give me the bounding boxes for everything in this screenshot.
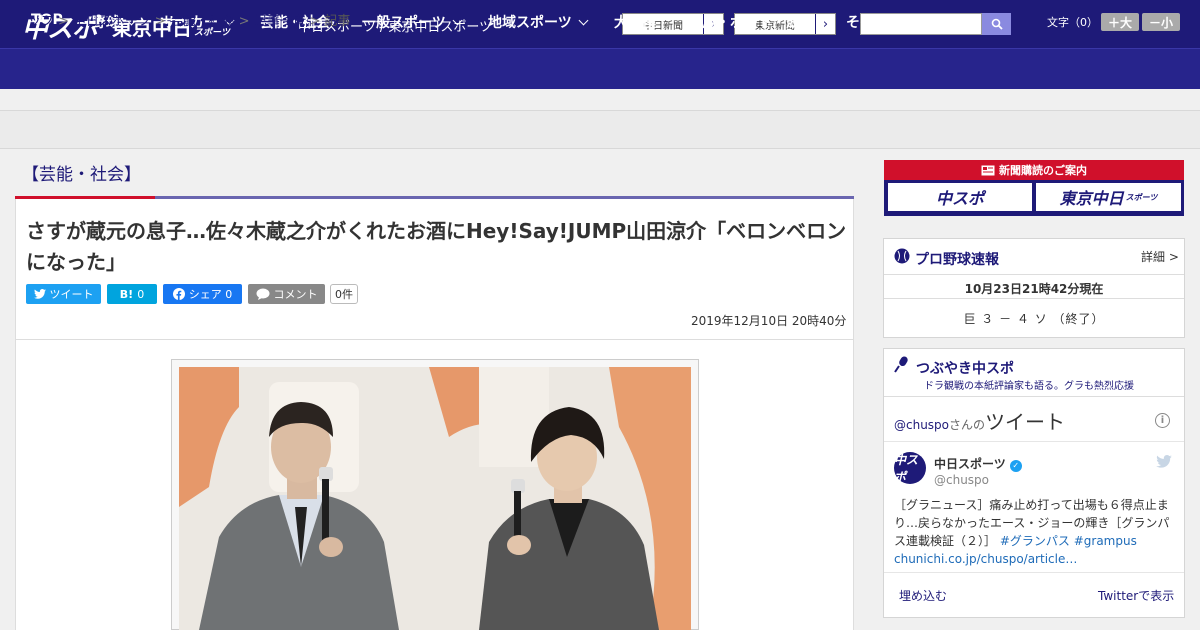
verified-badge-icon: ✓ (1009, 460, 1022, 472)
nav-item-label: 一般スポーツ (362, 15, 446, 31)
subscribe-tokyo-chunichi-button[interactable]: 東京中日 スポーツ (1036, 183, 1181, 211)
nav-item-other[interactable]: その他 (846, 12, 905, 32)
tweet-text: ［グラニュース］痛み止め打って出場も６得点止まり…戻らなかったエース・ジョーの輝… (894, 496, 1178, 568)
comment-button[interactable]: コメント (248, 284, 325, 304)
chevron-down-icon (452, 15, 463, 26)
search-button[interactable] (982, 13, 1011, 35)
twitter-widget-subtitle: ドラ観戦の本紙評論家も語る。グラも熱烈応援 (924, 381, 1134, 392)
nav-item-sumo[interactable]: 大相撲 (614, 12, 656, 32)
divider (884, 298, 1184, 299)
breadcrumb: トップ > 中日スポーツ > 芸能・社会 > 記事一覧 > 記事 (15, 10, 350, 29)
ad-spacer (0, 89, 1200, 111)
nav-item-general-sports[interactable]: 一般スポーツ (362, 12, 463, 32)
facebook-share-label: シェア 0 (188, 288, 233, 301)
divider (884, 572, 1184, 573)
tweet-link[interactable]: chunichi.co.jp/chuspo/article… (894, 552, 1077, 566)
divider (884, 441, 1184, 442)
font-bigger-button[interactable]: ＋大 (1101, 13, 1139, 31)
breadcrumb-current: 記事 (324, 14, 351, 29)
twitter-bird-icon[interactable] (1156, 455, 1172, 468)
divider (884, 274, 1184, 275)
baseball-detail-link[interactable]: 詳細 > (1141, 248, 1179, 265)
breadcrumb-link-chunichi-sports[interactable]: 中日スポーツ (73, 14, 151, 29)
game-score[interactable]: 巨 ３ － ４ ソ （終了） (884, 310, 1184, 327)
account-id[interactable]: @chuspo (934, 473, 989, 487)
publish-date: 2019年12月10日 20時40分 (691, 314, 847, 328)
twitter-widget-title: つぶやき中スポ (916, 361, 1014, 377)
twitter-bird-icon (33, 289, 46, 299)
event-photo-illustration (179, 367, 691, 630)
nav-item-label: 大相撲 (614, 15, 656, 31)
nav-item-label: その他 (846, 15, 888, 31)
embed-link[interactable]: 埋め込む (899, 587, 947, 604)
newspaper-icon (981, 165, 995, 175)
account-name-text: 中日スポーツ (934, 457, 1006, 471)
account-name[interactable]: 中日スポーツ ✓ (934, 455, 1022, 472)
breadcrumb-separator: > (154, 14, 166, 29)
speech-bubble-icon (256, 288, 269, 300)
tweet-hashtags[interactable]: #グランパス #grampus (1000, 534, 1137, 548)
nav-item-label: 地域スポーツ (488, 15, 572, 31)
breadcrumb-separator: > (58, 14, 69, 29)
subscribe-chuspo-button[interactable]: 中スポ (888, 183, 1032, 211)
hatena-count: 0 (137, 287, 145, 301)
article-photo[interactable] (179, 367, 691, 630)
hatena-bookmark-button[interactable]: B! 0 (107, 284, 157, 304)
breadcrumb-link-article-list[interactable]: 記事一覧 (254, 14, 306, 29)
breadcrumb-separator: > (238, 14, 250, 29)
comment-label: コメント (273, 288, 318, 301)
font-size-label: 文字（0） (1047, 16, 1098, 29)
subscription-banner-label: 新聞購読のご案内 (999, 164, 1087, 177)
tweets-by-header: @chuspoさんのツイート (894, 406, 1065, 435)
score-updated-time: 10月23日21時42分現在 (964, 282, 1104, 296)
microphone-icon (894, 356, 908, 373)
chevron-down-icon (894, 15, 905, 26)
font-smaller-button[interactable]: －小 (1142, 13, 1180, 31)
chevron-down-icon (578, 15, 589, 26)
tweet-button[interactable]: ツイート (26, 284, 101, 304)
baseball-widget-title: プロ野球速報 (915, 252, 999, 268)
hatena-icon: B! (119, 287, 134, 301)
breadcrumb-separator: > (309, 14, 321, 29)
twitter-handle-suffix: さんの (949, 418, 986, 432)
tweet-label: ツイート (49, 288, 94, 301)
avatar[interactable]: 中スポ (894, 452, 926, 484)
subscribe-tokyo-chunichi-label: 東京中日 (1059, 189, 1124, 208)
nav-item-racing[interactable]: 競馬・ボート・競輪 (688, 12, 814, 32)
divider (884, 396, 1184, 397)
breadcrumb-link-top[interactable]: トップ (15, 14, 54, 29)
tweets-label: ツイート (985, 410, 1066, 434)
main-nav (0, 48, 1200, 89)
baseball-icon (894, 248, 910, 264)
breadcrumb-link-entertainment[interactable]: 芸能・社会 (170, 14, 235, 29)
facebook-icon (172, 288, 185, 300)
info-icon[interactable]: i (1155, 413, 1170, 428)
view-on-twitter-link[interactable]: Twitterで表示 (1098, 587, 1174, 604)
twitter-handle-link[interactable]: @chuspo (894, 418, 949, 432)
chevron-right-icon: › (815, 14, 835, 34)
nav-item-label: 競馬・ボート・競輪 (688, 15, 814, 31)
category-title: 【芸能・社会】 (22, 165, 141, 185)
comment-count: 0件 (330, 284, 358, 304)
subscribe-tokyo-chunichi-small: スポーツ (1125, 192, 1158, 202)
search-icon (991, 18, 1003, 30)
article-title: さすが蔵元の息子…佐々木蔵之介がくれたお酒にHey!Say!JUMP山田涼介「ベ… (26, 219, 847, 274)
facebook-share-button[interactable]: シェア 0 (163, 284, 242, 304)
subscription-banner-title: 新聞購読のご案内 (884, 160, 1184, 180)
nav-item-local-sports[interactable]: 地域スポーツ (488, 12, 589, 32)
breadcrumb-bar (0, 111, 1200, 149)
